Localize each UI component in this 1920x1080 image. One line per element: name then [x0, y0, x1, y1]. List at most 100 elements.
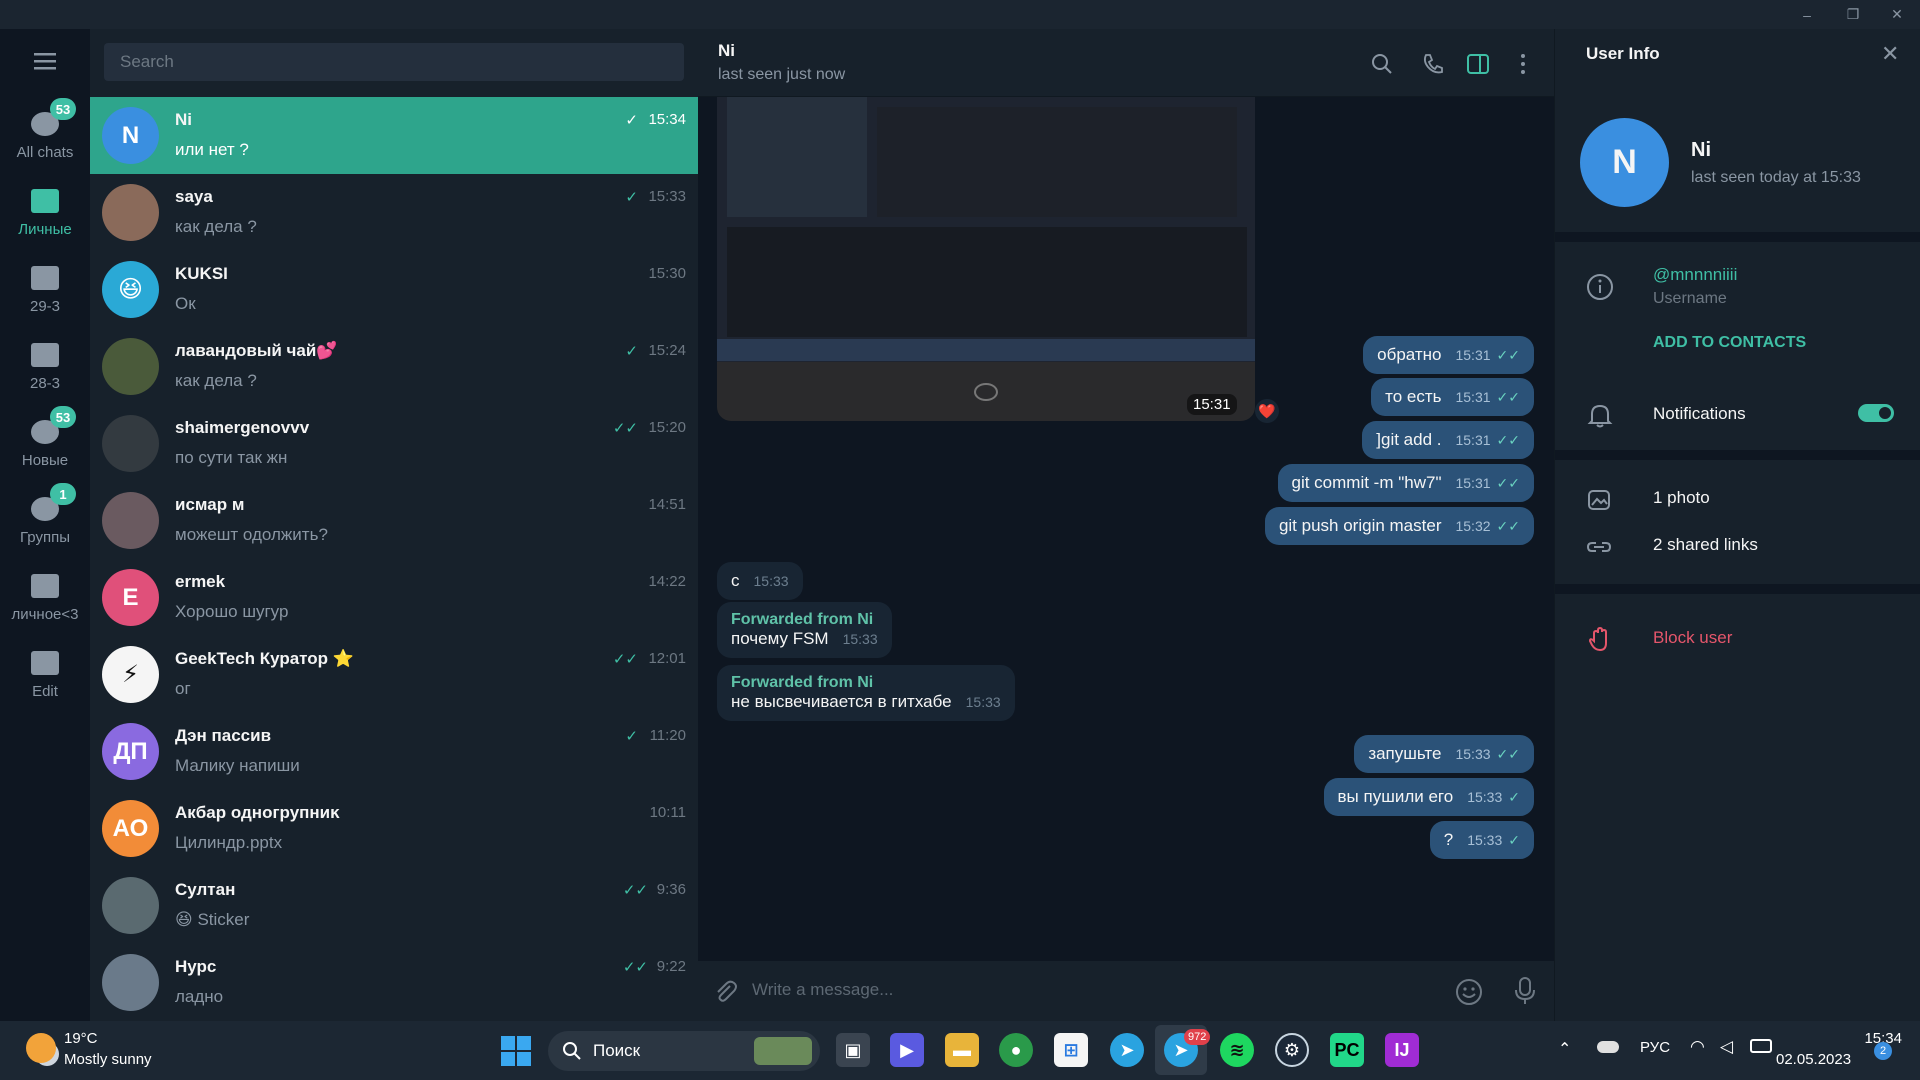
pycharm-icon[interactable]: PC [1330, 1033, 1364, 1067]
weather-icon[interactable] [26, 1033, 56, 1063]
outgoing-message[interactable]: git push origin master 15:32 ✓✓ [1264, 507, 1534, 545]
rail-item-label: Edit [32, 683, 58, 700]
rail-item-7[interactable]: Edit [0, 629, 90, 706]
chat-name: Акбар одногрупниĸ [175, 803, 340, 822]
chat-row[interactable]: Eermek Хорошо шугур 14:22 [90, 559, 698, 636]
chat-time: 15:24 [648, 342, 686, 359]
read-check-icon: ✓ [625, 189, 638, 206]
chat-row[interactable]: лавандовый чай💕 как дела ? 15:24 ✓ [90, 328, 698, 405]
windows-taskbar: 19°C Mostly sunny Поиск ▣ ▶ ▬ ● ⊞ ➤ ➤ 97… [0, 1021, 1920, 1080]
weather-desc[interactable]: Mostly sunny [64, 1051, 152, 1068]
avatar [102, 492, 159, 549]
chat-title[interactable]: Ni [718, 41, 735, 61]
photos-count[interactable]: 1 photo [1653, 488, 1710, 508]
chat-row[interactable]: shaimergenovvv по сути так жн 15:20 ✓✓ [90, 405, 698, 482]
rail-item-4[interactable]: Новые 53 [0, 398, 90, 475]
outgoing-message[interactable]: то есть 15:31 ✓✓ [1371, 378, 1534, 416]
shared-links-count[interactable]: 2 shared links [1653, 535, 1758, 555]
outgoing-message[interactable]: обратно 15:31 ✓✓ [1363, 336, 1534, 374]
message-text: с [731, 571, 740, 590]
close-window-button[interactable]: ✕ [1874, 0, 1920, 29]
avatar: ДП [102, 723, 159, 780]
telegram-icon[interactable]: ➤ [1110, 1033, 1144, 1067]
outgoing-message[interactable]: ? 15:33 ✓ [1429, 821, 1534, 859]
tray-chevron-icon[interactable]: ⌃ [1558, 1039, 1571, 1059]
chat-name: исмар м [175, 495, 245, 514]
rail-item-6[interactable]: личное<3 [0, 552, 90, 629]
heart-reaction[interactable]: ❤️ [1255, 399, 1279, 423]
message-area[interactable]: 15:31 ❤️ обратно 15:31 ✓✓ то есть 15:31 ✓✓ ]gi… [698, 97, 1554, 961]
phone-icon[interactable] [1420, 51, 1446, 77]
outgoing-message[interactable]: запушьте 15:33 ✓✓ [1354, 735, 1534, 773]
incoming-message[interactable]: с 15:33 [717, 562, 803, 600]
rail-item-2[interactable]: 29-3 [0, 244, 90, 321]
minimize-button[interactable]: – [1784, 0, 1830, 29]
message-input[interactable]: Write a message... [752, 980, 893, 1000]
clock-time[interactable]: 15:34 [1826, 1030, 1902, 1047]
chat-row[interactable]: N Ni или нет ? 15:34 ✓ [90, 97, 698, 174]
intellij-icon[interactable]: IJ [1385, 1033, 1419, 1067]
sidebar-toggle-icon[interactable] [1465, 51, 1491, 77]
maximize-button[interactable]: ❐ [1830, 0, 1876, 29]
weather-temp[interactable]: 19°C [64, 1030, 98, 1047]
message-time: 15:33 [1467, 832, 1503, 848]
more-options-icon[interactable] [1510, 51, 1536, 77]
chat-row[interactable]: Султан 😆 Sticker 9:36 ✓✓ [90, 867, 698, 944]
search-icon[interactable] [1369, 51, 1395, 77]
file-explorer-icon[interactable]: ▬ [945, 1033, 979, 1067]
unread-badge: 53 [50, 406, 76, 428]
chat-row[interactable]: ДП Дэн пассив Малику напиши 11:20 ✓ [90, 713, 698, 790]
bell-icon [1587, 404, 1613, 428]
windows-start-icon[interactable] [500, 1035, 532, 1067]
menu-icon[interactable] [30, 49, 60, 73]
chat-row[interactable]: АО Акбар одногрупниĸ Цилиндр.pptx 10:11 [90, 790, 698, 867]
rail-item-5[interactable]: Группы 1 [0, 475, 90, 552]
chat-row[interactable]: исмар м можешт одолжить? 14:51 [90, 482, 698, 559]
volume-icon[interactable]: ◁ [1720, 1037, 1733, 1057]
taskbar-search[interactable]: Поиск [548, 1031, 820, 1071]
attach-icon[interactable] [712, 978, 738, 1004]
notifications-toggle[interactable] [1858, 404, 1894, 422]
add-to-contacts-button[interactable]: ADD TO CONTACTS [1653, 334, 1806, 352]
spotify-icon[interactable]: ≋ [1220, 1033, 1254, 1067]
rail-item-3[interactable]: 28-3 [0, 321, 90, 398]
photo-message[interactable]: 15:31 [717, 97, 1255, 421]
chrome-icon[interactable]: ● [999, 1033, 1033, 1067]
block-user-button[interactable]: Block user [1653, 628, 1732, 648]
rail-item-1[interactable]: Личные [0, 167, 90, 244]
chat-row[interactable]: ⚡ GeekTech Куратор ⭐ ог 12:01 ✓✓ [90, 636, 698, 713]
close-panel-icon[interactable]: ✕ [1881, 41, 1899, 67]
forwarded-label[interactable]: Forwarded from Ni [731, 674, 1001, 692]
emoji-icon[interactable] [1454, 977, 1484, 1007]
message-text: ? [1443, 830, 1454, 849]
search-highlight-image [754, 1037, 812, 1065]
outgoing-message[interactable]: вы пушили его 15:33 ✓ [1323, 778, 1534, 816]
onedrive-icon[interactable] [1597, 1041, 1619, 1053]
search-input[interactable]: Search [104, 43, 684, 81]
steam-icon[interactable]: ⚙ [1275, 1033, 1309, 1067]
store-icon[interactable]: ⊞ [1054, 1033, 1088, 1067]
outgoing-message[interactable]: ]git add . 15:31 ✓✓ [1362, 421, 1534, 459]
chat-time: 15:34 [648, 111, 686, 128]
language-indicator[interactable]: РУС [1640, 1039, 1670, 1056]
task-view-icon[interactable]: ▣ [836, 1033, 870, 1067]
username-value[interactable]: @mnnnniiii [1653, 265, 1737, 285]
read-check-icon: ✓ [625, 728, 638, 745]
forwarded-label[interactable]: Forwarded from Ni [731, 611, 878, 629]
chat-name: KUKSI [175, 264, 228, 283]
clock-date[interactable]: 02.05.2023 [1776, 1051, 1862, 1068]
chat-row[interactable]: 😆 KUKSI Ок 15:30 [90, 251, 698, 328]
notification-count[interactable]: 2 [1874, 1042, 1892, 1060]
incoming-message[interactable]: Forwarded from Ni почему FSM 15:33 [717, 602, 892, 658]
wifi-icon[interactable]: ◠ [1690, 1037, 1705, 1057]
outgoing-message[interactable]: git commit -m "hw7" 15:31 ✓✓ [1277, 464, 1534, 502]
incoming-message[interactable]: Forwarded from Ni не высвечивается в гитх… [717, 665, 1015, 721]
chat-row[interactable]: saya как дела ? 15:33 ✓ [90, 174, 698, 251]
teams-icon[interactable]: ▶ [890, 1033, 924, 1067]
battery-icon[interactable] [1750, 1039, 1772, 1053]
user-avatar[interactable]: N [1580, 118, 1669, 207]
chat-row[interactable]: Нурс ладно 9:22 ✓✓ [90, 944, 698, 1021]
microphone-icon[interactable] [1512, 976, 1538, 1006]
rail-item-0[interactable]: All chats 53 [0, 90, 90, 167]
chat-name: ermek [175, 572, 226, 591]
